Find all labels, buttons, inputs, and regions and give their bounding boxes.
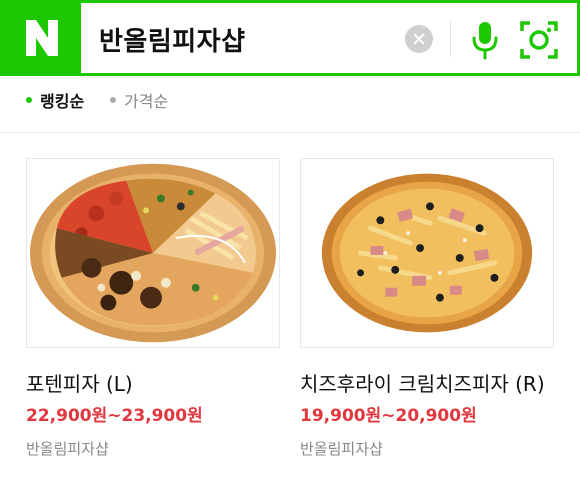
microphone-icon	[472, 22, 498, 60]
product-card[interactable]: 포텐피자 (L) 22,900원~23,900원 반올림피자샵	[26, 158, 280, 459]
product-image[interactable]	[300, 158, 554, 348]
naver-n-icon	[26, 20, 58, 56]
sort-ranking-label: 랭킹순	[40, 92, 85, 111]
close-icon	[413, 33, 425, 45]
product-image[interactable]	[26, 158, 280, 348]
product-price: 22,900원~23,900원	[26, 406, 203, 426]
product-price: 19,900원~20,900원	[300, 406, 477, 426]
naver-logo[interactable]	[3, 3, 81, 73]
search-divider	[450, 21, 451, 57]
sort-bar: 랭킹순 가격순	[0, 76, 580, 133]
voice-search-button[interactable]	[470, 20, 500, 60]
search-input[interactable]: 반올림피자샵	[99, 21, 246, 58]
active-dot-icon	[26, 97, 32, 103]
clear-search-button[interactable]	[405, 25, 433, 53]
product-shop[interactable]: 반올림피자샵	[26, 438, 280, 459]
pizza-image	[321, 173, 533, 333]
inactive-dot-icon	[110, 97, 116, 103]
product-grid: 포텐피자 (L) 22,900원~23,900원 반올림피자샵 치즈후라이 크림…	[0, 134, 580, 502]
camera-lens-icon	[520, 21, 558, 59]
product-title[interactable]: 포텐피자 (L)	[26, 370, 280, 398]
pizza-image	[29, 163, 277, 343]
sort-price-label: 가격순	[124, 92, 169, 111]
sort-price-button[interactable]: 가격순	[110, 88, 168, 112]
search-bar: 반올림피자샵	[0, 0, 580, 76]
lens-search-button[interactable]	[519, 20, 559, 60]
sort-ranking-button[interactable]: 랭킹순	[26, 88, 84, 112]
product-title[interactable]: 치즈후라이 크림치즈피자 (R)	[300, 370, 554, 398]
product-card[interactable]: 치즈후라이 크림치즈피자 (R) 19,900원~20,900원 반올림피자샵	[300, 158, 554, 459]
product-shop[interactable]: 반올림피자샵	[300, 438, 554, 459]
